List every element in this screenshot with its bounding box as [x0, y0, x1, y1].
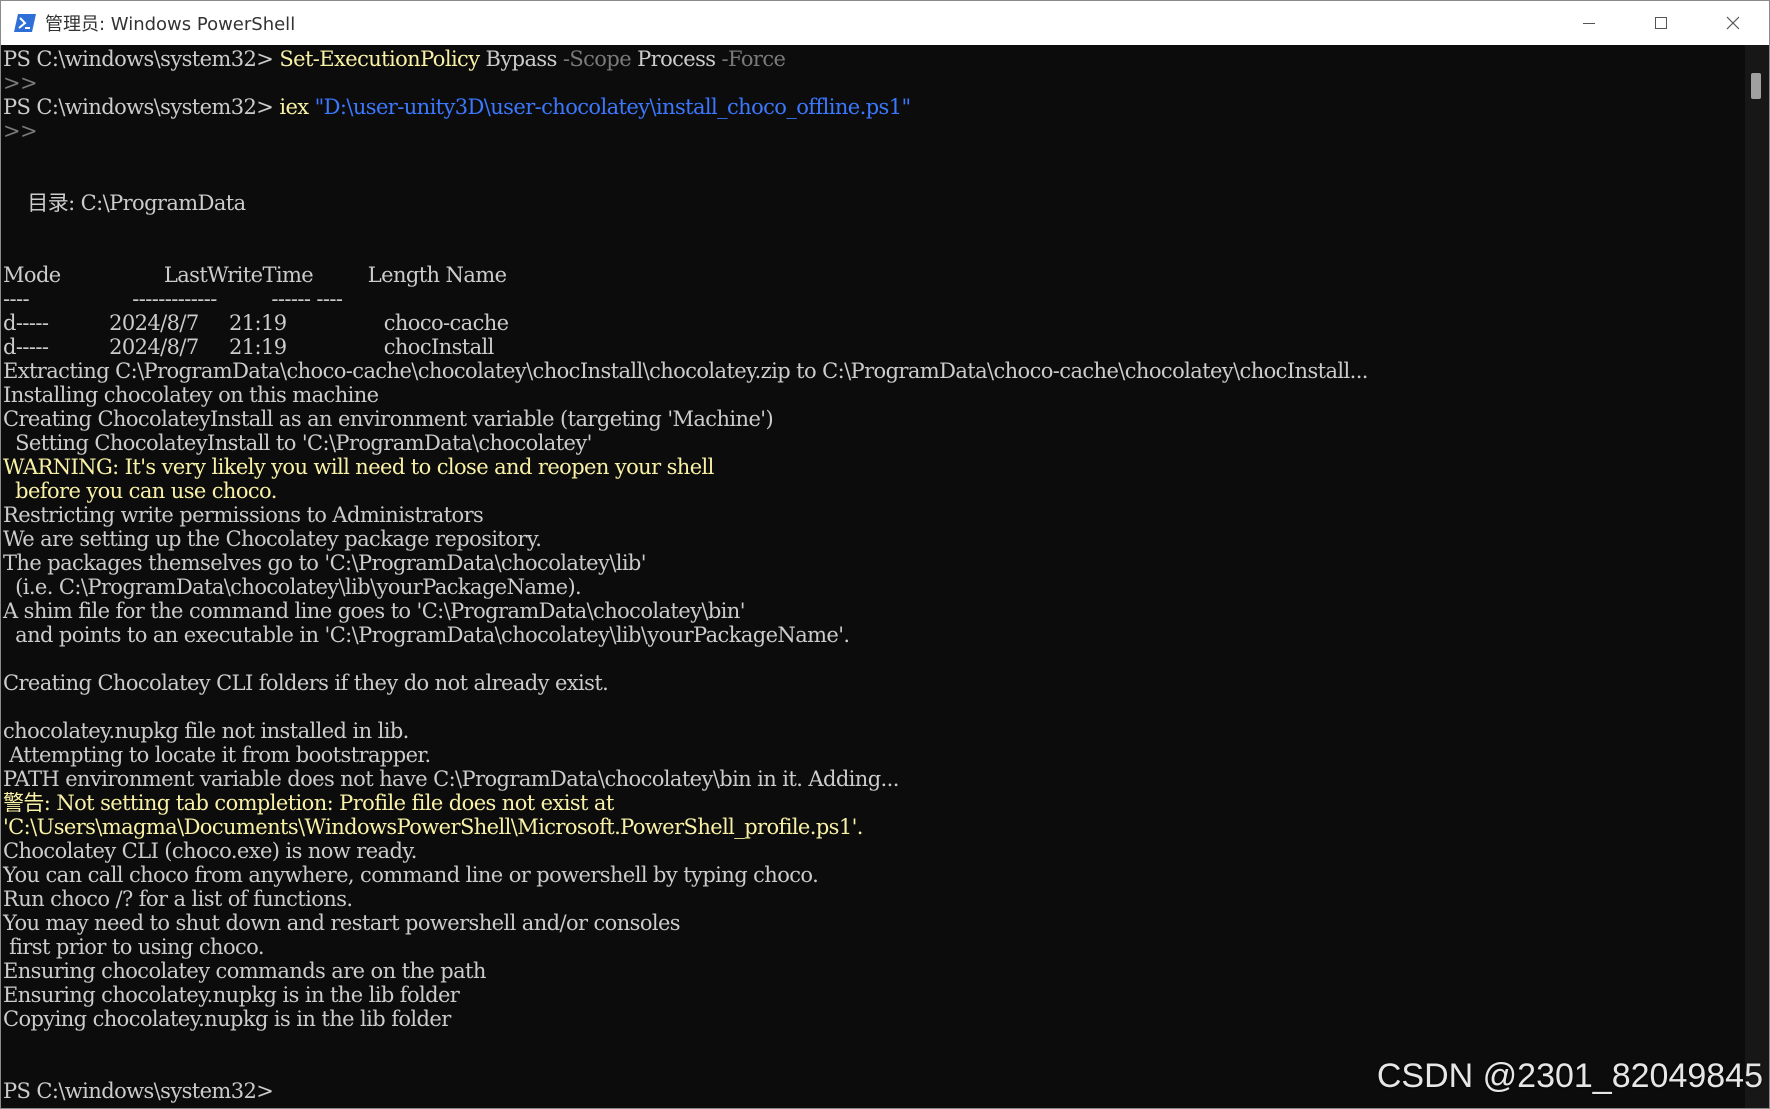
- close-button[interactable]: [1697, 1, 1769, 45]
- output-line: The packages themselves go to 'C:\Progra…: [3, 551, 647, 575]
- maximize-button[interactable]: [1625, 1, 1697, 45]
- prompt: PS C:\windows\system32>: [3, 95, 280, 119]
- command-parameter: -Force: [721, 47, 786, 71]
- window-title: 管理员: Windows PowerShell: [45, 14, 296, 35]
- console-line-command-1: PS C:\windows\system32> Set-ExecutionPol…: [3, 47, 1368, 71]
- output-line: PATH environment variable does not have …: [3, 767, 899, 791]
- table-underline: ---- ------------- ------ ----: [3, 287, 343, 311]
- window-controls: [1553, 1, 1769, 45]
- scrollbar-thumb[interactable]: [1751, 73, 1761, 99]
- table-row: d----- 2024/8/7 21:19 choco-cache: [3, 311, 509, 335]
- output-line: Restricting write permissions to Adminis…: [3, 503, 484, 527]
- output-line: chocolatey.nupkg file not installed in l…: [3, 719, 409, 743]
- minimize-button[interactable]: [1553, 1, 1625, 45]
- directory-header: 目录: C:\ProgramData: [3, 191, 246, 215]
- output-line: Ensuring chocolatey commands are on the …: [3, 959, 486, 983]
- output-line: Extracting C:\ProgramData\choco-cache\ch…: [3, 359, 1368, 383]
- continuation-prompt: >>: [3, 119, 38, 143]
- output-line: (i.e. C:\ProgramData\chocolatey\lib\your…: [3, 575, 582, 599]
- close-icon: [1726, 16, 1740, 30]
- prompt: PS C:\windows\system32>: [3, 47, 280, 71]
- console-output[interactable]: PS C:\windows\system32> Set-ExecutionPol…: [1, 45, 1745, 1108]
- command-parameter: -Scope: [562, 47, 632, 71]
- output-line: Copying chocolatey.nupkg is in the lib f…: [3, 1007, 451, 1031]
- continuation-prompt: >>: [3, 71, 38, 95]
- output-line: Run choco /? for a list of functions.: [3, 887, 353, 911]
- output-line: Setting ChocolateyInstall to 'C:\Program…: [3, 431, 592, 455]
- command-argument: Process: [631, 47, 722, 71]
- output-line: Creating Chocolatey CLI folders if they …: [3, 671, 609, 695]
- output-line: Ensuring chocolatey.nupkg is in the lib …: [3, 983, 460, 1007]
- output-line: Creating ChocolateyInstall as an environ…: [3, 407, 774, 431]
- vertical-scrollbar[interactable]: [1745, 45, 1769, 1108]
- powershell-icon: [13, 13, 37, 33]
- output-line: A shim file for the command line goes to…: [3, 599, 745, 623]
- warning-line: 警告: Not setting tab completion: Profile …: [3, 791, 614, 815]
- watermark: CSDN @2301_82049845: [1376, 1057, 1763, 1095]
- table-header: Mode LastWriteTime Length Name: [3, 263, 507, 287]
- command-name: iex: [279, 95, 309, 119]
- output-line: You may need to shut down and restart po…: [3, 911, 681, 935]
- title-bar[interactable]: 管理员: Windows PowerShell: [1, 1, 1769, 45]
- command-name: Set-ExecutionPolicy: [279, 47, 480, 71]
- warning-line: before you can use choco.: [3, 479, 277, 503]
- output-line: You can call choco from anywhere, comman…: [3, 863, 819, 887]
- command-string: "D:\user-unity3D\user-chocolatey\install…: [308, 95, 912, 119]
- powershell-window: 管理员: Windows PowerShell PS C:\windows\sy…: [0, 0, 1770, 1109]
- warning-line: WARNING: It's very likely you will need …: [3, 455, 714, 479]
- minimize-icon: [1583, 23, 1595, 24]
- output-line: Installing chocolatey on this machine: [3, 383, 379, 407]
- maximize-icon: [1655, 17, 1667, 29]
- output-line: and points to an executable in 'C:\Progr…: [3, 623, 850, 647]
- output-line: Attempting to locate it from bootstrappe…: [3, 743, 431, 767]
- output-line: Chocolatey CLI (choco.exe) is now ready.: [3, 839, 417, 863]
- command-argument: Bypass: [479, 47, 563, 71]
- output-line: first prior to using choco.: [3, 935, 264, 959]
- table-row: d----- 2024/8/7 21:19 chocInstall: [3, 335, 494, 359]
- warning-line: 'C:\Users\magma\Documents\WindowsPowerSh…: [3, 815, 863, 839]
- final-prompt[interactable]: PS C:\windows\system32>: [3, 1079, 1368, 1103]
- console-line-command-2: PS C:\windows\system32> iex "D:\user-uni…: [3, 95, 1368, 119]
- output-line: We are setting up the Chocolatey package…: [3, 527, 542, 551]
